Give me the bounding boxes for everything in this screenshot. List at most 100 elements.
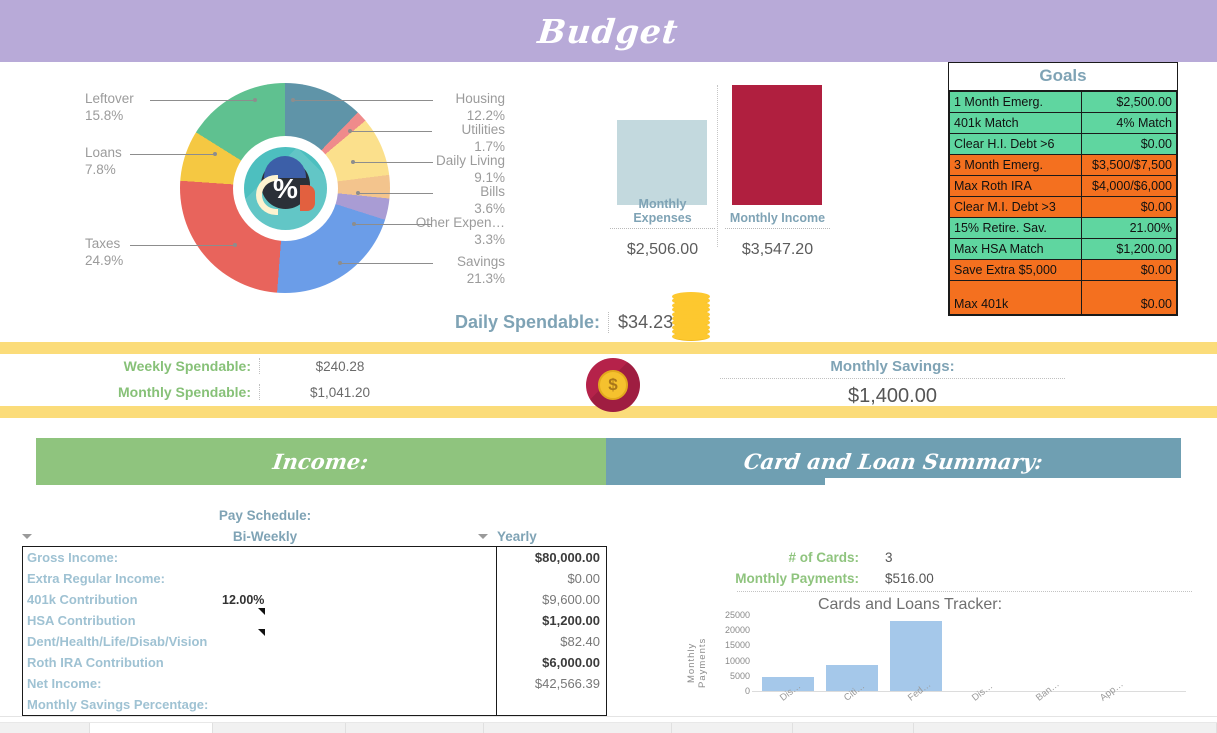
cards-summary-kv: # of Cards: 3 Monthly Payments: $516.00 <box>700 550 1190 592</box>
sheet-tab[interactable] <box>0 723 90 733</box>
goals-row: Clear H.I. Debt >6 $0.00 <box>949 133 1178 155</box>
monthly-income-value: $3,547.20 <box>741 241 814 258</box>
monthly-income-label: Monthly Income <box>725 211 830 229</box>
goals-row: Max Roth IRA $4,000/$6,000 <box>949 175 1178 197</box>
budget-dashboard: Budget % Housing 12.2% Utilities 1.7% Da… <box>0 0 1217 733</box>
table-row: Roth IRA Contribution$230.77$6,000.00 <box>23 652 606 673</box>
pie-label-leftover: Leftover 15.8% <box>85 91 134 123</box>
income-row-rate: 12.00% <box>222 592 265 607</box>
chevron-down-icon[interactable] <box>22 534 32 539</box>
num-cards-row: # of Cards: 3 <box>700 550 1190 571</box>
monthly-income-bar <box>732 85 822 205</box>
chart-y-tick: 5000 <box>729 670 750 681</box>
income-row-yearly: $6,000.00 <box>495 652 606 673</box>
income-row-yearly: $0.00 <box>495 568 606 589</box>
pie-label-utilities: Utilities 1.7% <box>461 122 505 154</box>
income-row-yearly <box>495 694 606 715</box>
chart-y-tick: 0 <box>744 686 750 696</box>
pie-label-loans: Loans 7.8% <box>85 145 122 177</box>
pie-label-daily-living: Daily Living 9.1% <box>435 153 505 185</box>
income-row-yearly: $82.40 <box>495 631 606 652</box>
goals-row: 1 Month Emerg. $2,500.00 <box>949 91 1178 113</box>
monthly-expenses-value: $2,506.00 <box>626 241 699 258</box>
goals-row: Clear M.I. Debt >3 $0.00 <box>949 196 1178 218</box>
goals-table: Goals 1 Month Emerg. $2,500.00 401k Match 4… <box>948 62 1178 316</box>
sheet-tab[interactable] <box>672 723 793 733</box>
monthly-savings-block: Monthly Savings: $1,400.00 <box>720 358 1065 408</box>
pie-label-bills: Bills 3.6% <box>474 184 505 216</box>
table-row: HSA Contribution$46.15$1,200.00 <box>23 610 606 631</box>
monthly-spendable-value: $1,041.20 <box>309 385 371 400</box>
table-row: Extra Regular Income:$0.00$0.00 <box>23 568 606 589</box>
table-row: Gross Income:$3,076.92$80,000.00 <box>23 547 606 568</box>
comment-indicator-icon[interactable] <box>258 608 265 615</box>
income-row-label: HSA Contribution <box>27 613 136 628</box>
app-title-bar: Budget <box>0 0 1217 62</box>
goals-row-value: $2,500.00 <box>1080 91 1178 113</box>
chart-y-tick: 25000 <box>724 610 750 620</box>
goals-row-value: $1,200.00 <box>1080 238 1178 260</box>
yearly-column-header: Yearly <box>497 529 537 544</box>
goals-row-value: 4% Match <box>1080 112 1178 134</box>
monthly-spendable-row: Monthly Spendable: $1,041.20 <box>110 384 430 410</box>
goals-row-value: $0.00 <box>1080 196 1178 218</box>
pay-schedule-value[interactable]: Bi-Weekly <box>180 529 350 544</box>
num-cards-value: 3 <box>885 550 893 565</box>
income-row-yearly: $9,600.00 <box>495 589 606 610</box>
dollar-coin-icon: $ <box>586 358 640 412</box>
goals-row-value: $4,000/$6,000 <box>1080 175 1178 197</box>
chart-x-axis <box>752 691 1186 692</box>
cards-summary-divider <box>737 591 1192 592</box>
pie-label-housing: Housing 12.2% <box>455 91 505 123</box>
chart-y-tick: 15000 <box>724 640 750 651</box>
sheet-tab[interactable] <box>914 723 1217 733</box>
donut-center: % <box>233 136 338 241</box>
chart-y-axis-label: Monthly Payments <box>686 637 708 689</box>
weekly-spendable-value: $240.28 <box>315 359 365 374</box>
goals-row-value: 21.00% <box>1080 217 1178 239</box>
sheet-tab[interactable] <box>213 723 346 733</box>
goals-row-value: $0.00 <box>1080 280 1178 315</box>
chart-plot-area <box>756 615 1186 691</box>
table-row: Dent/Health/Life/Disab/Vision$38.03$82.4… <box>23 631 606 652</box>
income-row-rate <box>218 631 318 652</box>
income-row-label: 401k Contribution <box>27 592 138 607</box>
weekly-spendable-label: Weekly Spendable: <box>110 358 260 374</box>
sheet-tab-bar <box>0 722 1217 733</box>
income-row-label: Roth IRA Contribution <box>27 655 164 670</box>
weekly-spendable-row: Weekly Spendable: $240.28 <box>110 358 430 384</box>
table-row: 401k Contribution12.00%$369.23$9,600.00 <box>23 589 606 610</box>
percent-glyph: % <box>273 172 298 204</box>
goals-row: Max HSA Match $1,200.00 <box>949 238 1178 260</box>
cards-loans-chart-title: Cards and Loans Tracker: <box>817 596 1003 613</box>
tab-income-label: Income: <box>271 449 371 474</box>
monthly-savings-value: $1,400.00 <box>848 385 937 407</box>
pie-label-savings: Savings 21.3% <box>456 254 505 286</box>
pie-label-other-expenses: Other Expen… 3.3% <box>415 215 505 247</box>
goals-title: Goals <box>949 63 1177 91</box>
sheet-tab[interactable] <box>346 723 484 733</box>
num-cards-label: # of Cards: <box>788 550 859 565</box>
goals-row-label: Max Roth IRA <box>949 175 1082 197</box>
page-title: Budget <box>536 11 681 51</box>
tab-income[interactable]: Income: <box>36 438 606 485</box>
monthly-payments-row: Monthly Payments: $516.00 <box>700 571 1190 592</box>
goals-row-label: 1 Month Emerg. <box>949 91 1082 113</box>
comment-indicator-icon[interactable] <box>258 629 265 636</box>
income-row-label: Monthly Savings Percentage: <box>27 697 209 712</box>
goals-row-label: 401k Match <box>949 112 1082 134</box>
income-row-rate <box>218 673 318 694</box>
daily-spendable-label: Daily Spendable: <box>455 312 610 333</box>
daily-spendable-value: $34.23 <box>618 312 674 332</box>
pay-schedule-label: Pay Schedule: <box>218 508 312 523</box>
sheet-tab[interactable] <box>90 723 213 733</box>
monthly-savings-label: Monthly Savings: <box>720 358 1065 379</box>
grid-row-line <box>0 716 1217 717</box>
sheet-tab[interactable] <box>484 723 672 733</box>
monthly-expense-income-bars: Monthly Expenses $2,506.00 Monthly Incom… <box>605 85 835 265</box>
income-row-label: Net Income: <box>27 676 102 691</box>
sheet-tab[interactable] <box>793 723 914 733</box>
tab-cards-label: Card and Loan Summary: <box>742 449 1045 474</box>
goals-row-label: 3 Month Emerg. <box>949 154 1082 176</box>
chevron-down-icon[interactable] <box>478 534 488 539</box>
